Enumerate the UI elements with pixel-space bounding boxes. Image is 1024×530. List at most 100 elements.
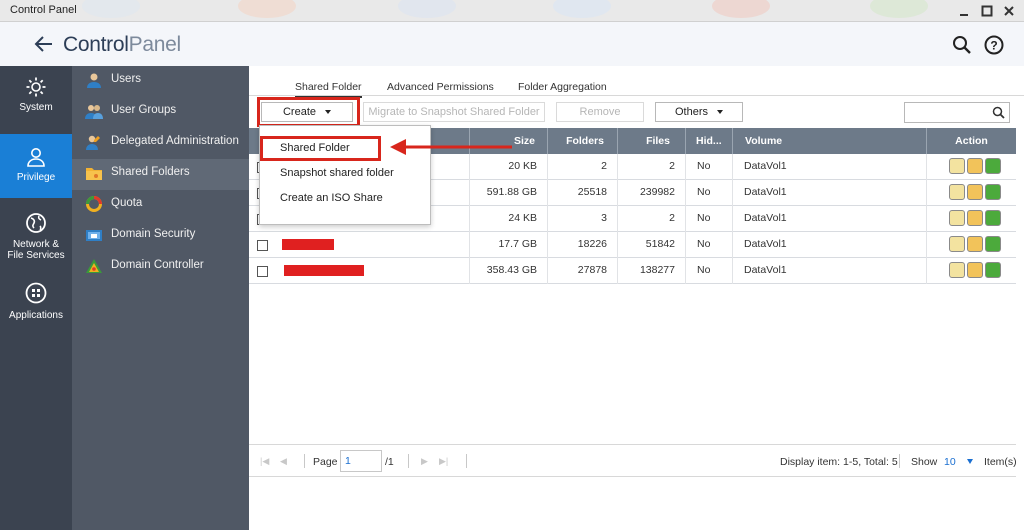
- refresh-icon[interactable]: [985, 184, 1001, 200]
- help-button[interactable]: ?: [983, 34, 1005, 56]
- edit-permissions-icon[interactable]: [967, 236, 983, 252]
- privilege-nav: Users User Groups Delegated Administrati…: [72, 66, 249, 530]
- menu-item-create-iso-share[interactable]: Create an ISO Share: [260, 186, 430, 210]
- row-checkbox[interactable]: [257, 266, 268, 277]
- minimize-icon: [960, 14, 968, 16]
- minimize-button[interactable]: [956, 3, 972, 19]
- migrate-snapshot-button[interactable]: Migrate to Snapshot Shared Folder: [363, 102, 545, 122]
- edit-properties-icon[interactable]: [949, 236, 965, 252]
- row-checkbox[interactable]: [257, 240, 268, 251]
- cell-volume: DataVol1: [732, 232, 926, 258]
- items-label: Item(s): [984, 456, 1017, 468]
- page-size-select[interactable]: 10: [944, 456, 956, 468]
- edit-properties-icon[interactable]: [949, 158, 965, 174]
- column-header-action[interactable]: Action: [926, 128, 1016, 154]
- menu-item-snapshot-shared-folder[interactable]: Snapshot shared folder: [260, 161, 430, 185]
- rail-item-system[interactable]: System: [0, 76, 72, 132]
- column-header-folders[interactable]: Folders: [547, 128, 617, 154]
- previous-page-icon[interactable]: ◀: [280, 456, 291, 466]
- cell-action: [926, 180, 1016, 206]
- nav-item-users[interactable]: Users: [72, 66, 249, 97]
- nav-item-domain-security[interactable]: Domain Security: [72, 221, 249, 252]
- cell-size: 20 KB: [469, 154, 547, 180]
- tab-folder-aggregation[interactable]: Folder Aggregation: [518, 81, 607, 96]
- refresh-icon[interactable]: [985, 210, 1001, 226]
- refresh-icon[interactable]: [985, 236, 1001, 252]
- column-header-files[interactable]: Files: [617, 128, 685, 154]
- page-number-input[interactable]: 1: [340, 450, 382, 472]
- cell-folders: 25518: [547, 180, 617, 206]
- table-row[interactable]: 358.43 GB 27878 138277 No DataVol1: [249, 258, 1016, 284]
- cell-hidden: No: [685, 206, 732, 232]
- decor-bubble: [82, 0, 140, 18]
- redacted-folder-name: [282, 239, 334, 250]
- app-title: ControlPanel: [63, 33, 181, 57]
- globe-icon: [26, 213, 46, 233]
- decor-bubble: [238, 0, 296, 18]
- cell-folders: 2: [547, 154, 617, 180]
- close-button[interactable]: [1001, 3, 1017, 19]
- arrow-left-icon: [34, 36, 52, 52]
- cell-hidden: No: [685, 180, 732, 206]
- others-button[interactable]: Others: [655, 102, 743, 122]
- remove-button[interactable]: Remove: [556, 102, 644, 122]
- cell-volume: DataVol1: [732, 206, 926, 232]
- cell-size: 24 KB: [469, 206, 547, 232]
- tab-advanced-permissions[interactable]: Advanced Permissions: [387, 81, 494, 96]
- column-header-volume[interactable]: Volume: [732, 128, 926, 154]
- back-button[interactable]: [32, 32, 56, 56]
- divider: [899, 454, 900, 468]
- edit-permissions-icon[interactable]: [967, 184, 983, 200]
- close-icon: [1004, 6, 1014, 16]
- rail-item-applications[interactable]: Applications: [0, 282, 72, 332]
- edit-permissions-icon[interactable]: [967, 262, 983, 278]
- chevron-down-icon[interactable]: [967, 459, 973, 464]
- nav-label: User Groups: [111, 104, 177, 116]
- maximize-button[interactable]: [979, 3, 995, 19]
- rail-item-privilege[interactable]: Privilege: [0, 134, 72, 198]
- svg-text:?: ?: [990, 39, 997, 53]
- edit-properties-icon[interactable]: [949, 210, 965, 226]
- gear-icon: [26, 77, 46, 97]
- chevron-down-icon: [717, 110, 723, 115]
- cell-size: 591.88 GB: [469, 180, 547, 206]
- tab-shared-folder[interactable]: Shared Folder: [295, 81, 362, 98]
- column-header-hidden[interactable]: Hid...: [685, 128, 732, 154]
- next-page-icon[interactable]: ▶: [421, 456, 432, 466]
- cell-files: 239982: [617, 180, 685, 206]
- category-rail: System Privilege Network & File Services…: [0, 66, 72, 530]
- nav-label: Quota: [111, 197, 143, 209]
- nav-item-domain-controller[interactable]: Domain Controller: [72, 252, 249, 283]
- others-label: Others: [674, 106, 708, 118]
- first-page-icon[interactable]: |◀: [260, 456, 271, 466]
- refresh-icon[interactable]: [985, 158, 1001, 174]
- decor-bubble: [553, 0, 611, 18]
- edit-permissions-icon[interactable]: [967, 158, 983, 174]
- user-icon: [87, 73, 101, 88]
- nav-item-quota[interactable]: Quota: [72, 190, 249, 221]
- last-page-icon[interactable]: ▶|: [439, 456, 450, 466]
- table-row[interactable]: 17.7 GB 18226 51842 No DataVol1: [249, 232, 1016, 258]
- total-pages: /1: [385, 456, 394, 468]
- edit-permissions-icon[interactable]: [967, 210, 983, 226]
- nav-item-user-groups[interactable]: User Groups: [72, 97, 249, 128]
- nav-item-delegated-administration[interactable]: Delegated Administration: [72, 128, 249, 159]
- edit-properties-icon[interactable]: [949, 184, 965, 200]
- rail-label-second-line: File Services: [7, 250, 65, 261]
- cell-action: [926, 154, 1016, 180]
- create-button[interactable]: Create: [261, 102, 353, 122]
- create-label: Create: [282, 106, 317, 118]
- nav-label: Domain Security: [111, 228, 196, 240]
- pagination-bar: |◀ ◀ Page 1 /1 ▶ ▶| Display item: 1-5, T…: [249, 444, 1017, 477]
- nav-label: Domain Controller: [111, 259, 204, 271]
- nav-item-shared-folders[interactable]: Shared Folders: [72, 159, 249, 190]
- cell-size: 358.43 GB: [469, 258, 547, 284]
- search-icon: [953, 36, 971, 54]
- rail-item-network[interactable]: Network & File Services: [0, 212, 72, 264]
- search-icon: [992, 106, 1005, 119]
- search-button[interactable]: [951, 34, 973, 56]
- refresh-icon[interactable]: [985, 262, 1001, 278]
- rail-label: Applications: [9, 310, 63, 321]
- search-input[interactable]: [904, 102, 1010, 123]
- edit-properties-icon[interactable]: [949, 262, 965, 278]
